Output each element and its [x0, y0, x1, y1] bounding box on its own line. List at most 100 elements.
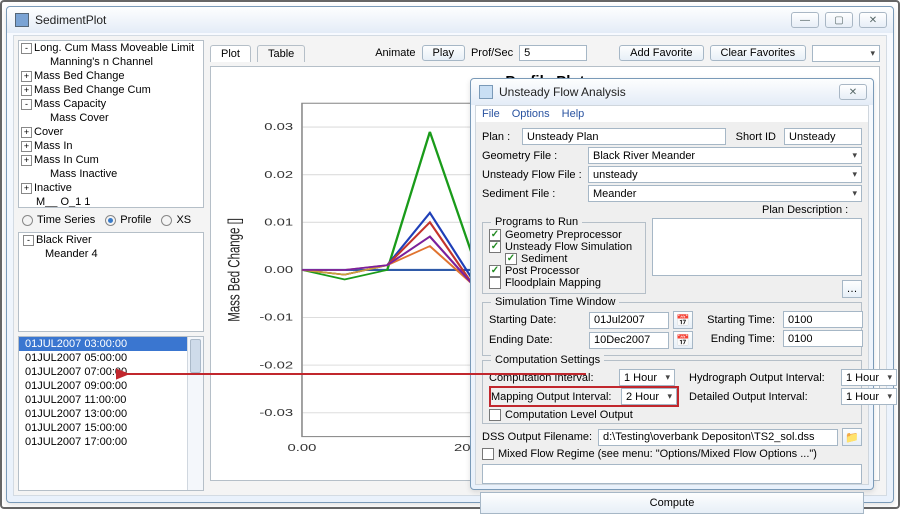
shortid-field[interactable]: Unsteady — [784, 128, 862, 145]
tree-item[interactable]: Mass Inactive — [19, 167, 203, 181]
tree-item-label: Mass Bed Change — [34, 70, 125, 82]
tree-collapse-icon[interactable]: - — [23, 235, 34, 246]
tab-table[interactable]: Table — [257, 45, 305, 62]
calendar-icon[interactable]: 📅 — [673, 331, 693, 349]
chevron-down-icon: ▾ — [870, 48, 875, 59]
chevron-down-icon: ▾ — [667, 391, 672, 402]
menu-file[interactable]: File — [482, 108, 500, 120]
tree-item-label: M__ O_1 1 — [36, 196, 90, 208]
tree-expand-icon[interactable]: + — [21, 183, 32, 194]
hydroint-combo[interactable]: 1 Hour▾ — [841, 369, 897, 386]
time-list-row[interactable]: 01JUL2007 17:00:00 — [19, 435, 203, 449]
chk-sediment[interactable]: Sediment — [505, 253, 639, 265]
plan-field[interactable]: Unsteady Plan — [522, 128, 726, 145]
profsec-input[interactable]: 5 — [519, 45, 587, 61]
tree-item[interactable]: +Mass In Cum — [19, 153, 203, 167]
mapint-combo[interactable]: 2 Hour▾ — [621, 388, 677, 405]
tree-item[interactable]: +Inactive — [19, 181, 203, 195]
tree-item[interactable]: +Mass Bed Change — [19, 69, 203, 83]
tree-item-label: Manning's n Channel — [50, 56, 153, 68]
svg-text:Mass Bed Change []: Mass Bed Change [] — [225, 218, 244, 322]
chevron-down-icon: ▾ — [852, 188, 857, 199]
startdate-label: Starting Date: — [489, 314, 585, 326]
reach-root[interactable]: Black River — [36, 234, 92, 246]
tree-item[interactable]: -Mass Capacity — [19, 97, 203, 111]
tree-item-label: Cover — [34, 126, 63, 138]
time-list-row[interactable]: 01JUL2007 13:00:00 — [19, 407, 203, 421]
play-button[interactable]: Play — [422, 45, 465, 61]
clear-favorites-button[interactable]: Clear Favorites — [710, 45, 807, 61]
starttime-field[interactable]: 0100 — [783, 311, 863, 328]
tree-item[interactable]: +Mass Bed Change Cum — [19, 83, 203, 97]
time-list-row[interactable]: 01JUL2007 05:00:00 — [19, 351, 203, 365]
tree-expand-icon[interactable]: + — [21, 155, 32, 166]
tree-item[interactable]: Mass Cover — [19, 111, 203, 125]
endtime-field[interactable]: 0100 — [783, 330, 863, 347]
enddate-field[interactable]: 10Dec2007 — [589, 332, 669, 349]
tree-collapse-icon[interactable]: - — [21, 43, 32, 54]
tree-item[interactable]: -Long. Cum Mass Moveable Limit — [19, 41, 203, 55]
time-list-row[interactable]: 01JUL2007 15:00:00 — [19, 421, 203, 435]
tree-item[interactable]: Manning's n Channel — [19, 55, 203, 69]
menu-help[interactable]: Help — [562, 108, 585, 120]
time-list-row[interactable]: 01JUL2007 11:00:00 — [19, 393, 203, 407]
sedimentfile-combo[interactable]: Meander▾ — [588, 185, 862, 202]
startdate-field[interactable]: 01Jul2007 — [589, 312, 669, 329]
add-favorite-button[interactable]: Add Favorite — [619, 45, 703, 61]
dss-filename-field[interactable]: d:\Testing\overbank Depositon\TS2_sol.ds… — [598, 429, 838, 446]
tree-item[interactable]: M__ O_1 1 — [19, 195, 203, 208]
scrollbar[interactable] — [187, 337, 203, 490]
menu-options[interactable]: Options — [512, 108, 550, 120]
enddate-label: Ending Date: — [489, 334, 585, 346]
variable-tree[interactable]: -Long. Cum Mass Moveable LimitManning's … — [18, 40, 204, 208]
geometry-combo[interactable]: Black River Meander▾ — [588, 147, 862, 164]
chevron-down-icon: ▾ — [852, 150, 857, 161]
compute-button[interactable]: Compute — [480, 492, 864, 514]
tree-expand-icon[interactable]: + — [21, 127, 32, 138]
time-list-row[interactable]: 01JUL2007 09:00:00 — [19, 379, 203, 393]
chk-unsteady-sim[interactable]: Unsteady Flow Simulation — [489, 241, 639, 253]
tree-item-label: Inactive — [34, 182, 72, 194]
chk-geometry-preprocessor[interactable]: Geometry Preprocessor — [489, 229, 639, 241]
tree-item-label: Mass Capacity — [34, 98, 106, 110]
compint-combo[interactable]: 1 Hour▾ — [619, 369, 675, 386]
tree-item-label: Long. Cum Mass Moveable Limit — [34, 42, 194, 54]
dialog-close-button[interactable]: ✕ — [839, 84, 867, 100]
chevron-down-icon: ▾ — [852, 169, 857, 180]
radio-time-series[interactable]: Time Series — [22, 214, 95, 226]
detailint-combo[interactable]: 1 Hour▾ — [841, 388, 897, 405]
minimize-button[interactable]: — — [791, 12, 819, 28]
tree-item[interactable]: +Cover — [19, 125, 203, 139]
svg-text:0.02: 0.02 — [264, 168, 293, 180]
plan-description-more-button[interactable]: … — [842, 280, 862, 298]
tree-expand-icon[interactable]: + — [21, 71, 32, 82]
plan-description-text[interactable] — [652, 218, 862, 276]
dss-label: DSS Output Filename: — [482, 431, 594, 443]
unsteadyfile-combo[interactable]: unsteady▾ — [588, 166, 862, 183]
hydroint-label: Hydrograph Output Interval: — [689, 372, 837, 384]
time-list-row[interactable]: 01JUL2007 03:00:00 — [19, 337, 203, 351]
chk-post-processor[interactable]: Post Processor — [489, 265, 639, 277]
tree-collapse-icon[interactable]: - — [21, 99, 32, 110]
calendar-icon[interactable]: 📅 — [673, 311, 693, 329]
times-list[interactable]: 01JUL2007 03:00:0001JUL2007 05:00:0001JU… — [18, 336, 204, 491]
radio-profile[interactable]: Profile — [105, 214, 151, 226]
chk-mixed-flow[interactable]: Mixed Flow Regime (see menu: "Options/Mi… — [482, 448, 862, 460]
close-button[interactable]: ✕ — [859, 12, 887, 28]
maximize-button[interactable]: ▢ — [825, 12, 853, 28]
favorites-combo[interactable]: ▾ — [812, 45, 880, 62]
radio-xs[interactable]: XS — [161, 214, 191, 226]
tab-plot[interactable]: Plot — [210, 45, 251, 62]
chk-comp-level-output[interactable]: Computation Level Output — [489, 409, 855, 421]
reach-child[interactable]: Meander 4 — [45, 248, 98, 260]
time-list-row[interactable]: 01JUL2007 07:00:00 — [19, 365, 203, 379]
tree-expand-icon[interactable]: + — [21, 85, 32, 96]
plandesc-label: Plan Description : — [762, 204, 862, 216]
tree-expand-icon[interactable]: + — [21, 141, 32, 152]
browse-file-icon[interactable]: 📁 — [842, 428, 862, 446]
reach-tree[interactable]: -Black River Meander 4 — [18, 232, 204, 332]
tree-item[interactable]: +Mass In — [19, 139, 203, 153]
svg-text:-0.02: -0.02 — [259, 359, 293, 371]
chk-floodplain[interactable]: Floodplain Mapping — [489, 277, 639, 289]
scrollbar-thumb[interactable] — [190, 339, 201, 373]
